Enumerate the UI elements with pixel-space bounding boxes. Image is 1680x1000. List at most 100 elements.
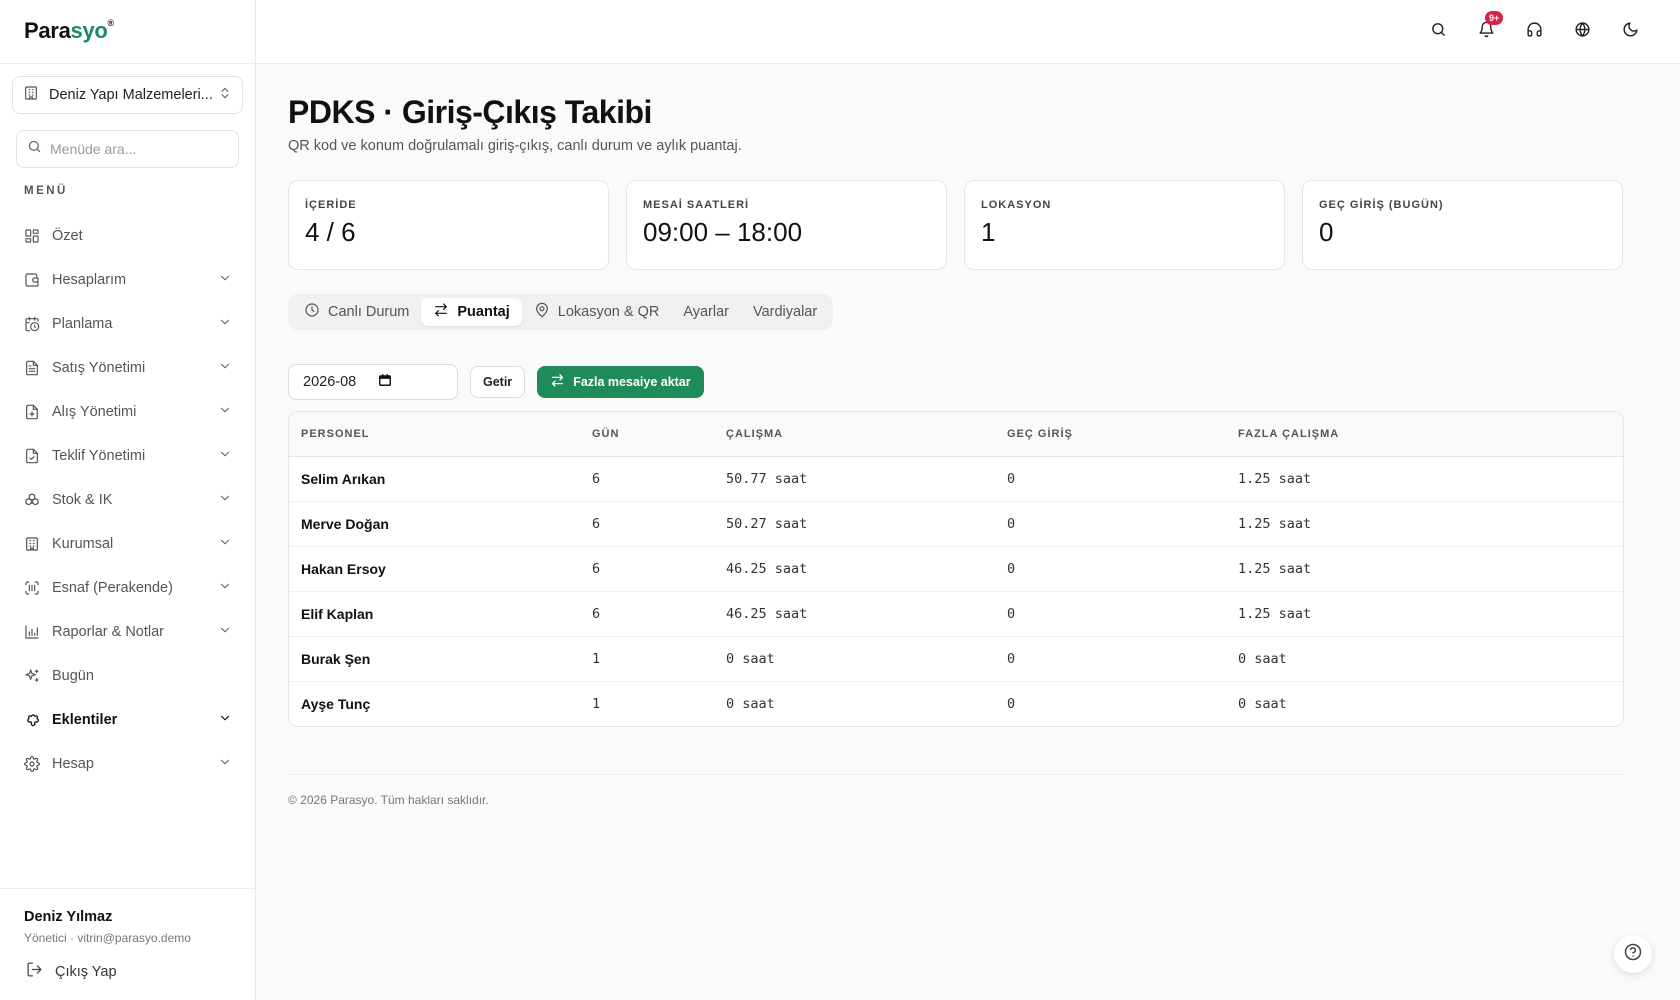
sidebar-item[interactable]: Planlama (12, 302, 244, 346)
brand-logo[interactable]: Parasyo® (24, 18, 114, 44)
arrows-swap-icon (433, 302, 449, 322)
logout-button[interactable]: Çıkış Yap (26, 961, 117, 982)
menu-search[interactable] (16, 130, 239, 168)
table-cell: 0 (995, 636, 1226, 682)
table-row: Selim Arıkan 6 50.77 saat 0 1.25 saat (289, 456, 1623, 502)
chevron-down-icon (218, 447, 232, 466)
support-button[interactable] (1522, 20, 1546, 44)
language-button[interactable] (1570, 20, 1594, 44)
logout-icon (26, 961, 43, 982)
theme-toggle[interactable] (1618, 20, 1642, 44)
help-button[interactable] (1614, 935, 1652, 973)
sidebar-item[interactable]: Alış Yönetimi (12, 390, 244, 434)
tab[interactable]: Lokasyon & QR (522, 298, 672, 326)
map-pin-icon (534, 302, 550, 322)
puzzle-icon (24, 712, 40, 728)
menu-search-input[interactable] (50, 141, 220, 157)
table-row: Elif Kaplan 6 46.25 saat 0 1.25 saat (289, 591, 1623, 637)
tab-label: Canlı Durum (328, 304, 410, 320)
clock-icon (304, 302, 320, 322)
building-icon (23, 85, 39, 106)
sidebar-item[interactable]: Raporlar & Notlar (12, 610, 244, 654)
table-cell: 0 (995, 501, 1226, 547)
stat-label: MESAİ SAATLERİ (643, 199, 750, 211)
chevron-down-icon (218, 755, 232, 774)
table-row: Merve Doğan 6 50.27 saat 0 1.25 saat (289, 501, 1623, 547)
company-switcher[interactable]: Deniz Yapı Malzemeleri... (12, 76, 243, 114)
search-icon (1430, 21, 1447, 43)
search-button[interactable] (1426, 20, 1450, 44)
sidebar-item[interactable]: Esnaf (Perakende) (12, 566, 244, 610)
table-cell: 0 (1007, 695, 1016, 712)
sidebar-item[interactable]: Hesap (12, 742, 244, 786)
fetch-button[interactable]: Getir (470, 366, 526, 398)
topbar: 9+ (256, 0, 1680, 64)
transfer-overtime-button[interactable]: Fazla mesaiye aktar (537, 366, 704, 398)
stat-label: GEÇ GİRİŞ (BUGÜN) (1319, 199, 1444, 211)
stat-value: 4 / 6 (305, 217, 356, 247)
column-header: GEÇ GİRİŞ (995, 412, 1226, 457)
page-subtitle: QR kod ve konum doğrulamalı giriş-çıkış,… (288, 138, 742, 154)
month-input[interactable]: 2026-08 (288, 364, 458, 400)
sidebar-item-label: Teklif Yönetimi (52, 448, 146, 464)
column-header: GÜN (580, 412, 714, 457)
sidebar-item[interactable]: Eklentiler (12, 698, 244, 742)
chevron-down-icon (218, 271, 232, 290)
notification-badge: 9+ (1485, 11, 1504, 25)
tab[interactable]: Canlı Durum (292, 298, 421, 326)
moon-icon (1622, 21, 1639, 43)
tab-label: Vardiyalar (753, 304, 818, 320)
table-cell: Elif Kaplan (289, 591, 580, 637)
puantaj-table: PERSONEL GÜN ÇALIŞMA GEÇ GİRİŞ FAZLA ÇALIŞMA… (288, 411, 1624, 727)
table-cell: 0 saat (714, 636, 995, 682)
column-header: FAZLA ÇALIŞMA (1226, 412, 1623, 457)
tab[interactable]: Vardiyalar (741, 298, 829, 326)
help-circle-icon (1623, 942, 1643, 967)
stat-label: İÇERİDE (305, 199, 357, 211)
table-row: Burak Şen 1 0 saat 0 0 saat (289, 636, 1623, 682)
chevron-down-icon (218, 315, 232, 334)
calendar-icon (378, 373, 392, 391)
sidebar-item[interactable]: Bugün (12, 654, 244, 698)
sidebar-item[interactable]: Satış Yönetimi (12, 346, 244, 390)
tab-label: Puantaj (457, 304, 510, 320)
gear-icon (24, 756, 40, 772)
file-plus-icon (24, 404, 40, 420)
stat-label: LOKASYON (981, 199, 1052, 211)
sidebar-item-label: Hesap (52, 756, 94, 772)
table-cell: 6 (580, 591, 714, 637)
sidebar-item[interactable]: Özet (12, 214, 244, 258)
tab-label: Ayarlar (683, 304, 729, 320)
sidebar-item[interactable]: Kurumsal (12, 522, 244, 566)
sidebar-item[interactable]: Stok & IK (12, 478, 244, 522)
sidebar-item[interactable]: Teklif Yönetimi (12, 434, 244, 478)
stat-card: LOKASYON 1 (964, 180, 1285, 270)
arrows-swap-icon (550, 373, 565, 391)
tab[interactable]: Puantaj (421, 298, 522, 326)
sidebar-nav: Özet Hesaplarım Planlama Satış Yönetimi Alış… (12, 214, 244, 786)
chevrons-up-down-icon (218, 86, 232, 105)
notifications-button[interactable]: 9+ (1474, 11, 1504, 44)
chevron-down-icon (218, 579, 232, 598)
divider (0, 63, 256, 64)
chevron-down-icon (218, 491, 232, 510)
tab[interactable]: Ayarlar (671, 298, 741, 326)
chevron-down-icon (218, 535, 232, 554)
table-cell: 1.25 saat (1226, 501, 1623, 547)
stat-card: İÇERİDE 4 / 6 (288, 180, 609, 270)
stat-value: 0 (1319, 217, 1334, 247)
sidebar-item-label: Raporlar & Notlar (52, 624, 165, 640)
footer-copyright: © 2026 Parasyo. Tüm hakları saklıdır. (288, 793, 489, 807)
table-cell: 1.25 saat (1226, 456, 1623, 502)
sidebar-item-label: Eklentiler (52, 712, 118, 728)
stat-card: MESAİ SAATLERİ 09:00 – 18:00 (626, 180, 947, 270)
search-icon (27, 139, 42, 159)
footer-divider (288, 774, 1624, 775)
sidebar-item[interactable]: Hesaplarım (12, 258, 244, 302)
file-check-icon (24, 448, 40, 464)
table-cell: 0 (995, 546, 1226, 592)
scan-icon (24, 580, 40, 596)
table-cell: 0 saat (1238, 695, 1287, 712)
sparkles-icon (24, 668, 40, 684)
tab-bar: Canlı Durum Puantaj Lokasyon & QR Ayarlar Va… (288, 294, 834, 330)
